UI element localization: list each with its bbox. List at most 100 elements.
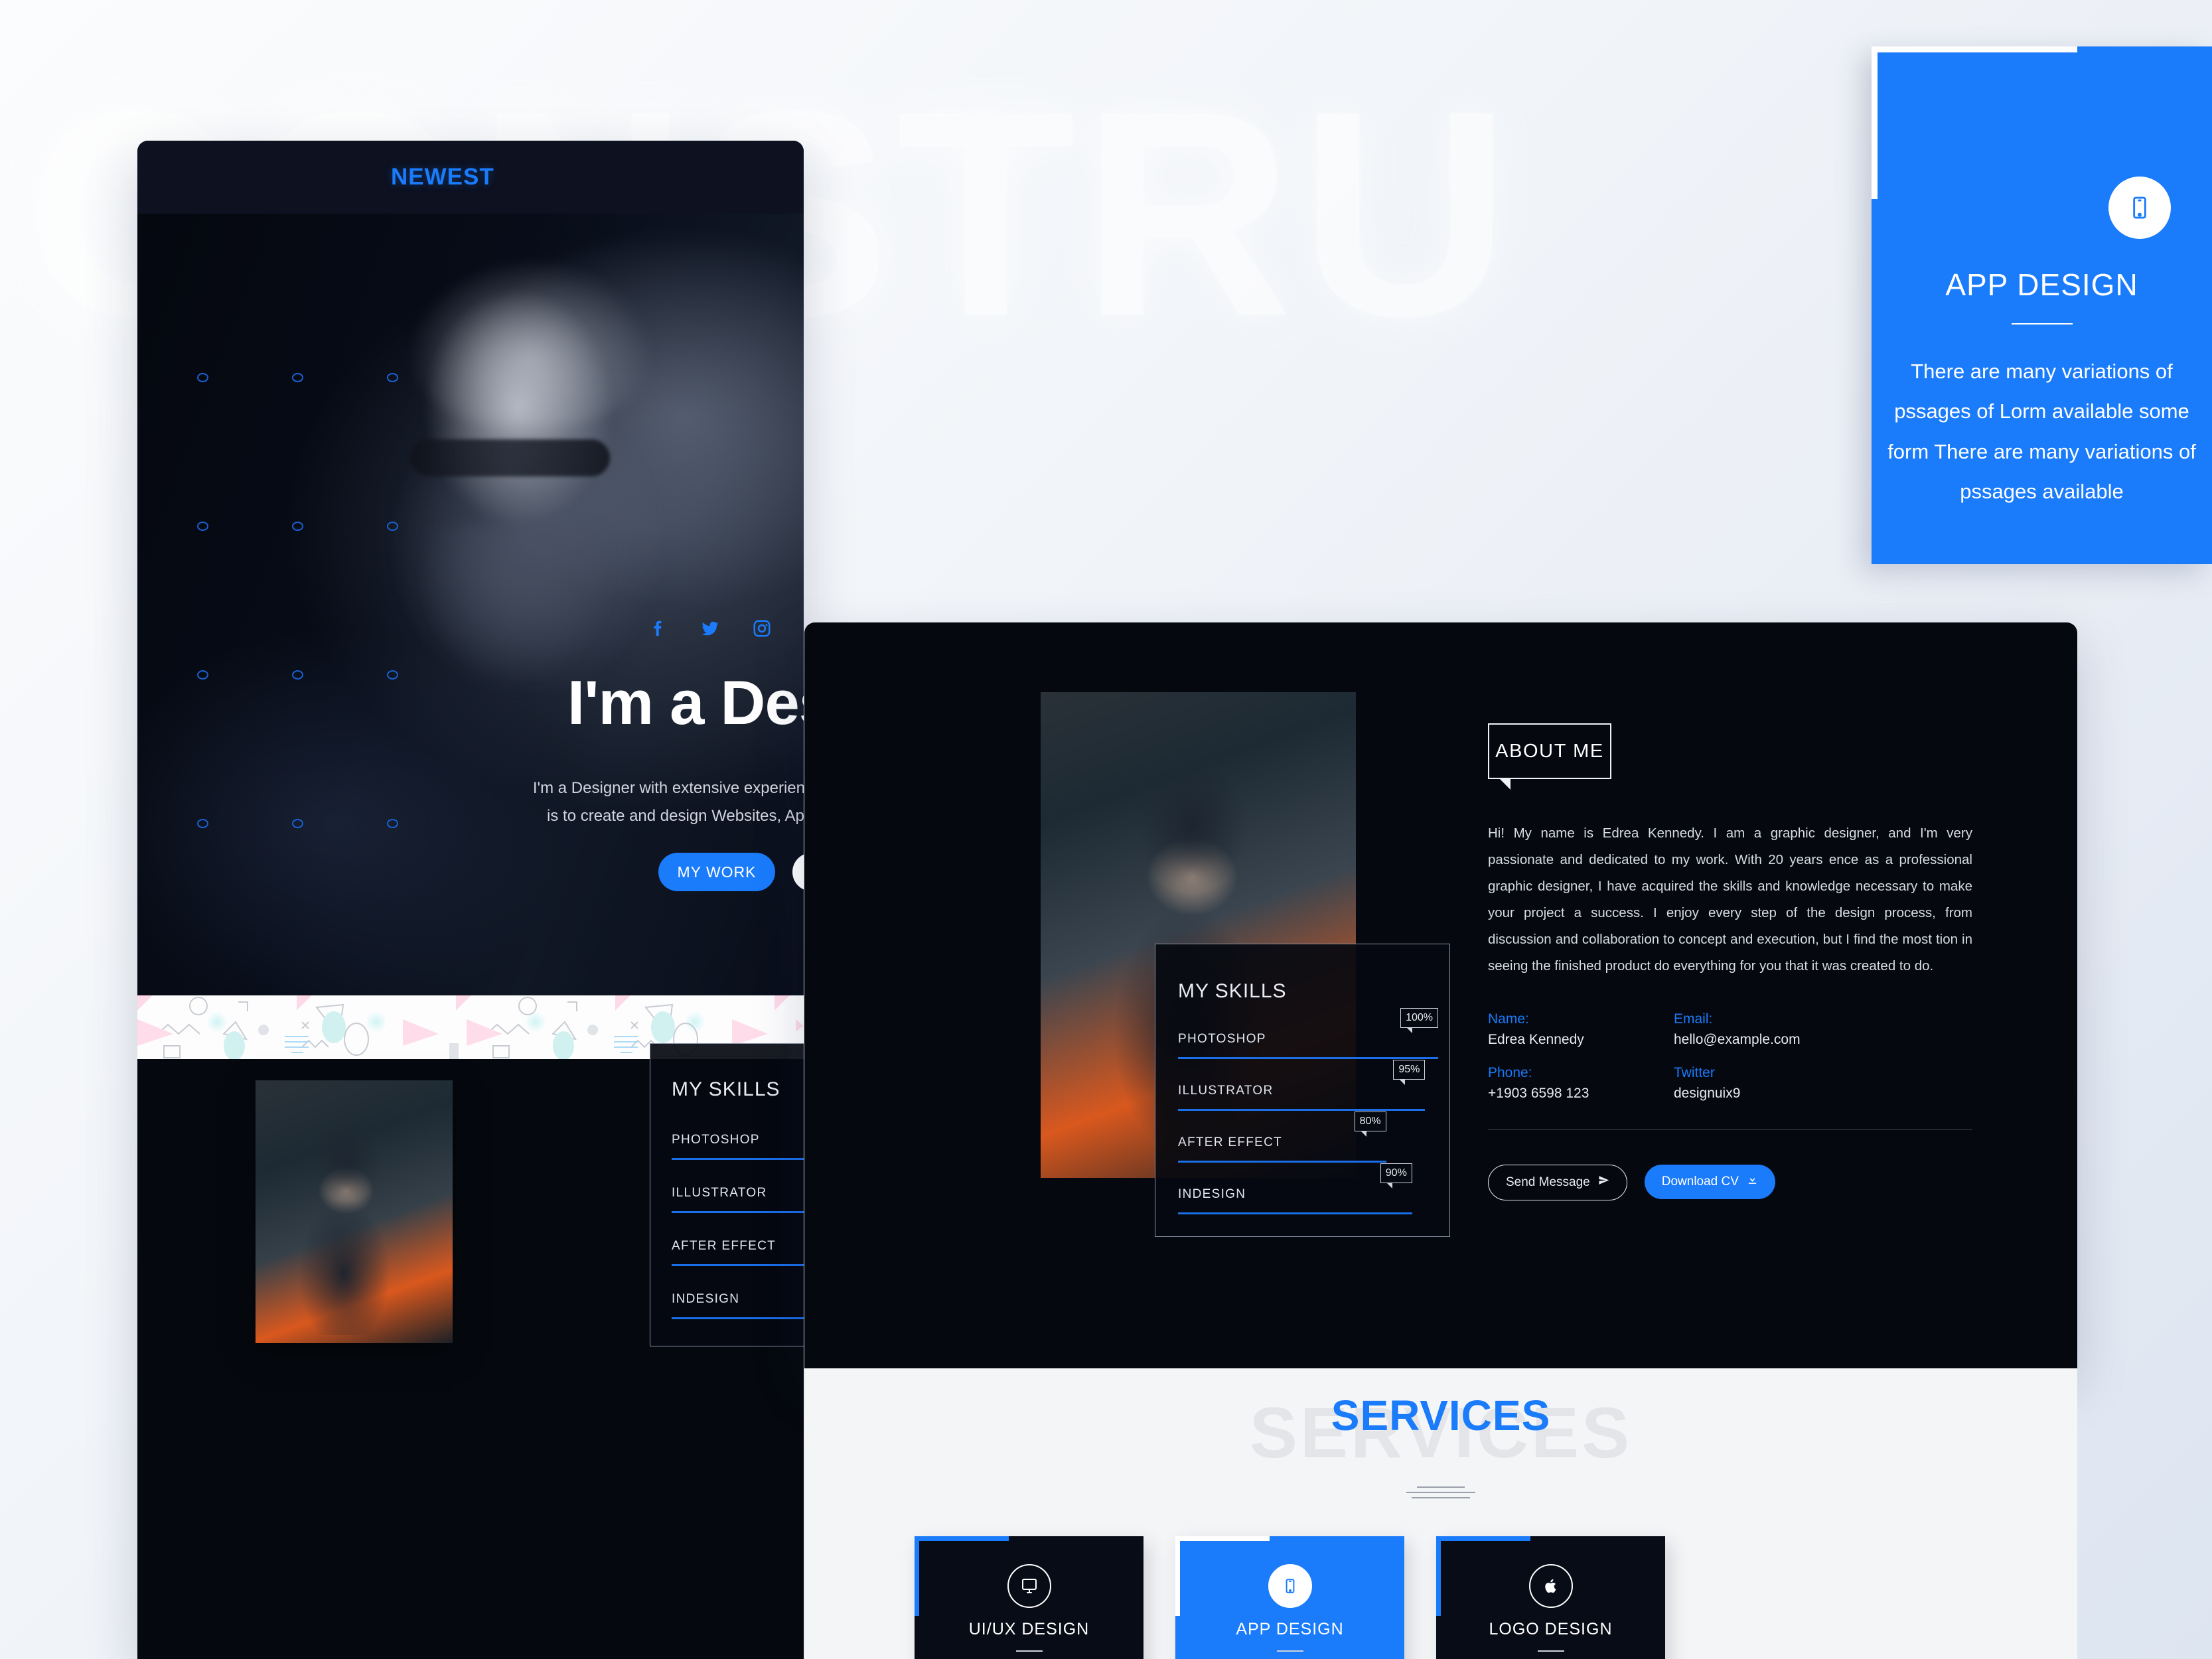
skill-row-photoshop: PHOTOSHOP 100% [1178, 1008, 1438, 1059]
hire-me-button[interactable]: HIRE ME [792, 853, 804, 891]
my-skills-card-left: MY SKILLS PHOTOSHOP 100% ILLUSTRATOR 95%… [650, 1043, 804, 1346]
card-accent-left [915, 1536, 919, 1616]
download-cv-button[interactable]: Download CV [1644, 1164, 1775, 1199]
mobile-phone-icon [1268, 1564, 1312, 1608]
skill-row-illustrator: ILLUSTRATOR 95% [672, 1186, 804, 1213]
contact-key: Phone: [1488, 1064, 1532, 1080]
hero-lower-section: MY SKILLS PHOTOSHOP 100% ILLUSTRATOR 95%… [137, 1043, 804, 1659]
skill-row-photoshop: PHOTOSHOP 100% [672, 1133, 804, 1160]
about-buttons: Send Message Download CV [1488, 1164, 1972, 1200]
floating-card-name: APP DESIGN [1945, 267, 2138, 302]
contact-key: Twitter [1674, 1064, 1715, 1080]
send-message-label: Send Message [1506, 1175, 1590, 1189]
skill-progress-bar [1178, 1212, 1412, 1214]
contact-value: designuix9 [1674, 1085, 1741, 1101]
skill-badge: 100% [1400, 1008, 1438, 1033]
contact-value: +1903 6598 123 [1488, 1085, 1589, 1101]
service-rule [1537, 1650, 1564, 1652]
social-links [648, 618, 804, 638]
card-accent-left [1872, 46, 1878, 199]
skill-progress-bar [1178, 1057, 1438, 1059]
contact-key: Email: [1674, 1011, 1713, 1027]
navbar: NEWEST Home About Services Portfolio Tes… [137, 141, 804, 214]
skill-row-indesign: INDESIGN 90% [1178, 1163, 1438, 1214]
skill-progress-bar [1178, 1109, 1426, 1111]
about-me-text: Hi! My name is Edrea Kennedy. I am a gra… [1488, 826, 1972, 974]
hero-buttons: MY WORK HIRE ME [658, 853, 804, 891]
skill-badge: 80% [1354, 1112, 1386, 1137]
service-card-uiux[interactable]: UI/UX DESIGN There are many variatio goo… [915, 1536, 1143, 1659]
skill-row-illustrator: ILLUSTRATOR 95% [1178, 1060, 1438, 1111]
desktop-monitor-icon [1007, 1564, 1051, 1608]
skill-row-after-effect: AFTER EFFECT 80% [1178, 1112, 1438, 1163]
download-icon [1747, 1174, 1758, 1189]
contact-field-phone: Phone: +1903 6598 123 [1488, 1065, 1674, 1102]
skill-label: INDESIGN [1178, 1187, 1246, 1201]
about-content: ABOUT ME Hi! My name is Edrea Kennedy. I… [1488, 723, 1972, 1200]
facebook-icon[interactable] [648, 618, 668, 638]
contact-key: Name: [1488, 1011, 1529, 1027]
contact-field-twitter: Twitter designuix9 [1674, 1065, 1972, 1102]
download-cv-label: Download CV [1661, 1174, 1739, 1189]
hero-subtitle: I'm a Designer with extensive experience… [532, 779, 804, 825]
skill-label: PHOTOSHOP [1178, 1032, 1266, 1046]
service-card-app[interactable]: APP DESIGN There are many variatio good [1175, 1536, 1404, 1659]
twitter-icon[interactable] [700, 618, 721, 638]
send-message-button[interactable]: Send Message [1488, 1164, 1627, 1200]
my-work-button[interactable]: MY WORK [658, 853, 775, 891]
card-accent-left [1175, 1536, 1180, 1616]
service-name: UI/UX DESIGN [968, 1620, 1090, 1638]
service-rule [1015, 1650, 1043, 1652]
skill-progress-bar [672, 1317, 804, 1319]
linkedin-icon[interactable] [803, 618, 804, 638]
service-name: APP DESIGN [1236, 1620, 1344, 1638]
card-accent-left [1436, 1536, 1441, 1616]
services-header: SERVICES [804, 1391, 2077, 1440]
floating-card-rule [2011, 323, 2073, 325]
instagram-icon[interactable] [752, 618, 772, 638]
card-accent-top [1872, 46, 2077, 52]
skill-label: AFTER EFFECT [1178, 1135, 1283, 1149]
contact-field-email: Email: hello@example.com [1674, 1011, 1972, 1048]
hero-body: I'm a Designer I'm a Designer with exten… [137, 214, 804, 995]
mobile-phone-icon [2108, 177, 2171, 239]
skill-progress-bar [1178, 1161, 1386, 1163]
hero-panel: NEWEST Home About Services Portfolio Tes… [137, 141, 804, 1659]
skill-badge: 90% [1380, 1163, 1412, 1189]
services-cards: UI/UX DESIGN There are many variatio goo… [915, 1536, 1665, 1659]
skill-label: ILLUSTRATOR [672, 1186, 767, 1200]
skill-row-indesign: INDESIGN 90% [672, 1292, 804, 1319]
services-title: SERVICES [1331, 1392, 1551, 1439]
skill-label: INDESIGN [672, 1292, 740, 1306]
contact-field-name: Name: Edrea Kennedy [1488, 1011, 1674, 1048]
service-rule [1276, 1650, 1303, 1652]
card-accent-top [1175, 1536, 1270, 1541]
site-logo[interactable]: NEWEST [391, 164, 494, 190]
skill-label: PHOTOSHOP [672, 1133, 760, 1147]
skills-card-title: MY SKILLS [672, 1078, 780, 1100]
skill-badge: 95% [1393, 1060, 1426, 1085]
contact-details: Name: Edrea Kennedy Email: hello@example… [1488, 1011, 1972, 1102]
service-card-logo[interactable]: LOGO DESIGN There are many variatio good [1436, 1536, 1665, 1659]
skill-label: AFTER EFFECT [672, 1239, 776, 1253]
service-name: LOGO DESIGN [1489, 1620, 1613, 1638]
floating-card-desc: There are many variations of pssages of … [1887, 360, 2196, 504]
contact-value: Edrea Kennedy [1488, 1031, 1584, 1047]
paper-plane-icon [1598, 1175, 1609, 1190]
designer-photo-left [256, 1080, 453, 1343]
contact-value: hello@example.com [1674, 1031, 1801, 1047]
decorative-dot-grid [197, 373, 482, 968]
skill-progress-bar [672, 1158, 804, 1160]
floating-app-design-card[interactable]: APP DESIGN There are many variations of … [1872, 46, 2212, 564]
about-me-badge: ABOUT ME [1488, 723, 1611, 790]
card-accent-top [915, 1536, 1009, 1541]
services-section: SERVICES SERVICES UI/UX DESIGN There are… [804, 1368, 2077, 1659]
skill-row-after-effect: AFTER EFFECT 80% [672, 1239, 804, 1266]
skill-label: ILLUSTRATOR [1178, 1084, 1274, 1098]
skills-card-title: MY SKILLS [1178, 980, 1287, 1002]
hero-title: I'm a Designer [567, 668, 804, 737]
my-skills-card-about: MY SKILLS PHOTOSHOP 100% ILLUSTRATOR 95%… [1155, 944, 1450, 1237]
apple-logo-icon [1528, 1564, 1573, 1608]
skill-progress-bar [672, 1264, 804, 1266]
section-divider [1488, 1129, 1972, 1130]
